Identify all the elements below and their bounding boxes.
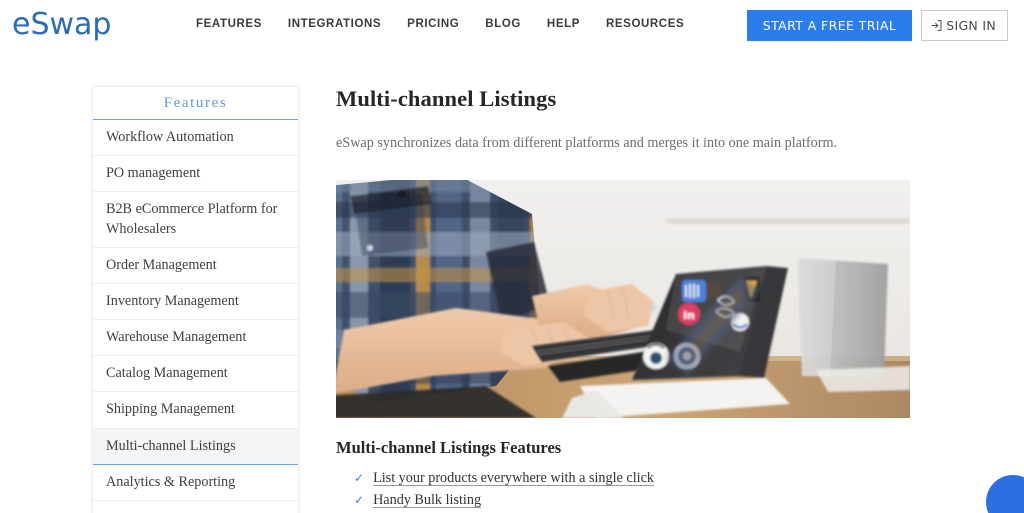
nav-item-features[interactable]: FEATURES [196, 18, 262, 30]
features-heading: Multi-channel Listings Features [336, 437, 562, 457]
chat-bubble-icon[interactable] [986, 475, 1024, 513]
header-actions: START A FREE TRIAL SIGN IN [746, 10, 1008, 41]
sidebar-item-shipping-management[interactable]: Shipping Management [93, 392, 298, 429]
sidebar-item-inventory-management[interactable]: Inventory Management [93, 283, 298, 321]
check-icon: ✓ [354, 470, 365, 485]
sidebar-item-multi-channel-listings[interactable]: Multi-channel Listings [93, 428, 298, 465]
sidebar-item-analytics-reporting[interactable]: Analytics & Reporting [93, 464, 298, 501]
sidebar-item-warehouse-management[interactable]: Warehouse Management [93, 320, 298, 357]
nav-item-integrations[interactable]: INTEGRATIONS [288, 18, 381, 30]
check-icon: ✓ [354, 492, 365, 507]
sidebar-item-workflow-automation[interactable]: Workflow Automation [93, 120, 298, 157]
sidebar-item-po-management[interactable]: PO management [93, 156, 298, 193]
features-list: ✓ List your products everywhere with a s… [336, 470, 910, 509]
nav-item-resources[interactable]: RESOURCES [606, 18, 684, 30]
feature-link-bulk-listing[interactable]: Handy Bulk listing [373, 492, 481, 509]
page-title: Multi-channel Listings [336, 86, 557, 111]
logo[interactable]: eSwap [12, 8, 111, 42]
hero-image: in [336, 179, 910, 418]
sidebar-item-b2b-ecommerce[interactable]: B2B eCommerce Platform for Wholesalers [93, 192, 298, 248]
main-navigation: FEATURES INTEGRATIONS PRICING BLOG HELP … [196, 18, 684, 30]
page-body: Features Workflow Automation PO manageme… [0, 52, 1024, 513]
site-header: eSwap FEATURES INTEGRATIONS PRICING BLOG… [0, 0, 1024, 52]
sign-in-button[interactable]: SIGN IN [921, 10, 1008, 41]
list-item: ✓ Handy Bulk listing [354, 492, 910, 509]
sign-in-label: SIGN IN [946, 18, 996, 33]
sidebar-title: Features [93, 87, 298, 120]
main-content: Multi-channel Listings eSwap synchronize… [336, 86, 910, 513]
login-arrow-icon [930, 19, 943, 32]
page-description: eSwap synchronizes data from different p… [336, 135, 838, 151]
sidebar-item-order-management[interactable]: Order Management [93, 247, 298, 284]
sidebar-item-catalog-management[interactable]: Catalog Management [93, 356, 298, 393]
start-free-trial-button[interactable]: START A FREE TRIAL [746, 10, 913, 41]
nav-item-blog[interactable]: BLOG [485, 18, 521, 30]
features-sidebar: Features Workflow Automation PO manageme… [92, 86, 299, 513]
nav-item-pricing[interactable]: PRICING [407, 18, 459, 30]
sidebar-list: Workflow Automation PO management B2B eC… [93, 120, 298, 501]
nav-item-help[interactable]: HELP [547, 18, 580, 30]
list-item: ✓ List your products everywhere with a s… [354, 470, 910, 487]
feature-link-list-products[interactable]: List your products everywhere with a sin… [373, 470, 654, 487]
